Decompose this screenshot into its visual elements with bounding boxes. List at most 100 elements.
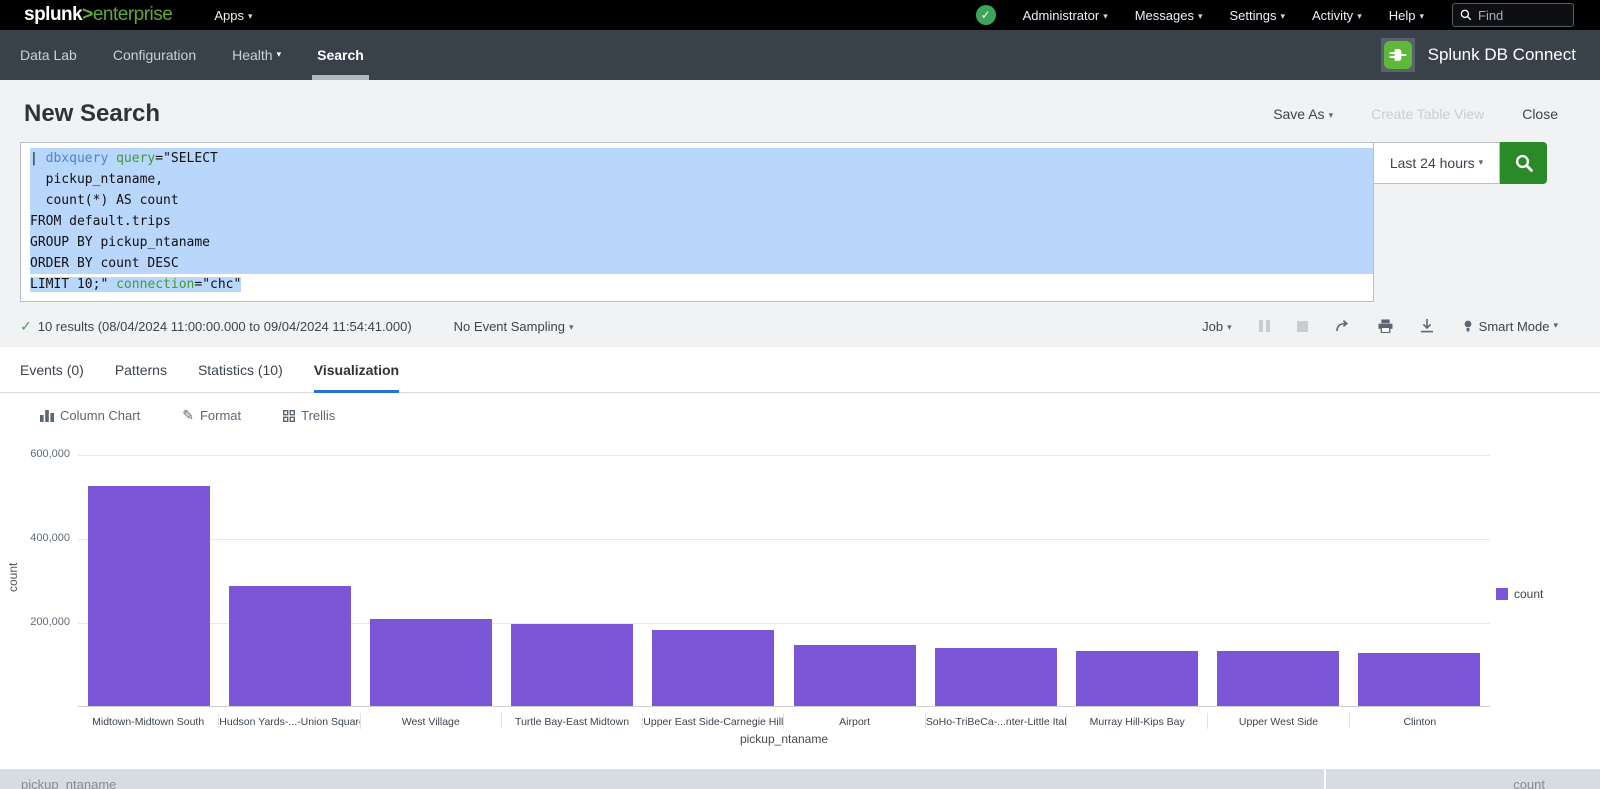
check-icon: ✓ bbox=[981, 8, 991, 22]
chevron-down-icon: ▾ bbox=[1227, 322, 1232, 332]
y-tick-label: 400,000 bbox=[0, 532, 70, 544]
appnav-item-search[interactable]: Search bbox=[317, 30, 364, 80]
pause-job-button[interactable] bbox=[1259, 320, 1270, 332]
search-mode-menu[interactable]: Smart Mode▾ bbox=[1464, 319, 1558, 334]
print-button[interactable] bbox=[1378, 319, 1393, 333]
job-done-check-icon: ✓ bbox=[20, 318, 32, 335]
run-search-button[interactable] bbox=[1500, 142, 1547, 184]
app-logo[interactable]: Splunk DB Connect bbox=[1381, 38, 1576, 72]
lightbulb-icon bbox=[1464, 320, 1472, 333]
tab-events-0[interactable]: Events (0) bbox=[20, 347, 84, 392]
query-line: ORDER BY count DESC bbox=[21, 253, 1373, 274]
time-range-label: Last 24 hours bbox=[1390, 155, 1475, 171]
results-bar: ✓ 10 results (08/04/2024 11:00:00.000 to… bbox=[20, 315, 1558, 337]
share-job-button[interactable] bbox=[1335, 319, 1351, 333]
results-summary: 10 results (08/04/2024 11:00:00.000 to 0… bbox=[38, 319, 412, 334]
splunk-enterprise-logo[interactable]: splunk>enterprise bbox=[24, 4, 172, 26]
page-title: New Search bbox=[24, 100, 160, 128]
search-bar-assembly: | dbxquery query="SELECT pickup_ntaname,… bbox=[20, 142, 1547, 302]
query-line: count(*) AS count bbox=[21, 190, 1373, 211]
chevron-down-icon: ▾ bbox=[1198, 11, 1203, 21]
tab-patterns[interactable]: Patterns bbox=[115, 347, 167, 392]
table-col-pickup-ntaname[interactable]: pickup_ntaname bbox=[21, 777, 116, 789]
column-chart: count Midtown-Midtown SouthHudson Yards-… bbox=[0, 434, 1600, 756]
selected-text: count(*) AS count bbox=[30, 190, 1373, 211]
bar-murray-hill-kips-bay[interactable] bbox=[1076, 651, 1198, 706]
search-query-input[interactable]: | dbxquery query="SELECT pickup_ntaname,… bbox=[20, 142, 1374, 302]
query-line: GROUP BY pickup_ntaname bbox=[21, 232, 1373, 253]
y-axis-title: count bbox=[6, 563, 20, 592]
x-tick-label: West Village bbox=[360, 713, 501, 729]
x-tick-label: Clinton bbox=[1349, 713, 1490, 729]
topnav-messages[interactable]: Messages▾ bbox=[1135, 8, 1203, 23]
bar-soho-tribeca-nter-little-italy[interactable] bbox=[935, 648, 1057, 706]
gridline bbox=[78, 455, 1490, 456]
topnav-administrator[interactable]: Administrator▾ bbox=[1023, 8, 1108, 23]
tab-statistics-10[interactable]: Statistics (10) bbox=[198, 347, 283, 392]
query-line: LIMIT 10;" connection="chc" bbox=[21, 274, 1373, 295]
plot-area bbox=[78, 455, 1490, 707]
x-tick-label: Airport bbox=[783, 713, 924, 729]
chevron-down-icon: ▾ bbox=[1280, 11, 1285, 21]
selected-text: GROUP BY pickup_ntaname bbox=[30, 232, 1373, 253]
appnav-item-health[interactable]: Health▾ bbox=[232, 30, 281, 80]
stop-job-button[interactable] bbox=[1297, 321, 1308, 332]
legend-label: count bbox=[1514, 587, 1543, 601]
find-placeholder: Find bbox=[1478, 8, 1503, 23]
topnav-settings[interactable]: Settings▾ bbox=[1230, 8, 1286, 23]
chevron-down-icon: ▾ bbox=[1329, 110, 1334, 120]
bar-upper-east-side-carnegie-hill[interactable] bbox=[652, 630, 774, 706]
bar-clinton[interactable] bbox=[1358, 653, 1480, 706]
time-range-picker[interactable]: Last 24 hours▾ bbox=[1373, 142, 1500, 184]
table-col-count[interactable]: count bbox=[1513, 777, 1545, 789]
bar-west-village[interactable] bbox=[370, 619, 492, 706]
bar-airport[interactable] bbox=[794, 645, 916, 706]
logo-gt: > bbox=[82, 4, 93, 25]
apps-label: Apps bbox=[214, 8, 244, 23]
chevron-down-icon: ▾ bbox=[1357, 11, 1362, 21]
trellis-icon bbox=[283, 410, 295, 422]
appnav-item-configuration[interactable]: Configuration bbox=[113, 30, 196, 80]
x-tick-label: SoHo-TriBeCa-...nter-Little Italy bbox=[925, 713, 1066, 729]
logo-splunk: splunk bbox=[24, 4, 82, 25]
create-table-view-button[interactable]: Create Table View bbox=[1371, 106, 1484, 122]
format-label: Format bbox=[200, 408, 241, 423]
selected-text: LIMIT 10;" connection="chc" bbox=[30, 277, 241, 292]
job-menu[interactable]: Job▾ bbox=[1202, 319, 1232, 334]
y-tick-label: 200,000 bbox=[0, 616, 70, 628]
x-axis-title: pickup_ntaname bbox=[78, 732, 1490, 746]
legend-item-count[interactable]: count bbox=[1496, 587, 1543, 601]
topnav-menus: Administrator▾ Messages▾ Settings▾ Activity… bbox=[996, 8, 1424, 23]
export-button[interactable] bbox=[1420, 319, 1434, 333]
search-icon bbox=[1460, 9, 1472, 21]
trellis-button[interactable]: Trellis bbox=[283, 408, 335, 423]
download-icon bbox=[1420, 319, 1434, 333]
bar-turtle-bay-east-midtown[interactable] bbox=[511, 624, 633, 706]
apps-menu[interactable]: Apps▾ bbox=[214, 8, 252, 23]
close-button[interactable]: Close bbox=[1522, 106, 1558, 122]
tab-visualization[interactable]: Visualization bbox=[314, 347, 399, 392]
topnav-help[interactable]: Help▾ bbox=[1389, 8, 1424, 23]
sampling-label: No Event Sampling bbox=[454, 319, 565, 334]
app-name: Splunk DB Connect bbox=[1428, 45, 1576, 65]
chevron-down-icon: ▾ bbox=[1103, 11, 1108, 21]
share-icon bbox=[1335, 319, 1351, 333]
appnav-item-data-lab[interactable]: Data Lab bbox=[20, 30, 77, 80]
legend-swatch bbox=[1496, 588, 1508, 600]
health-status-icon[interactable]: ✓ bbox=[976, 5, 996, 25]
chevron-down-icon: ▾ bbox=[1553, 320, 1558, 331]
find-search-input[interactable]: Find bbox=[1452, 3, 1574, 27]
format-button[interactable]: ✎ Format bbox=[182, 407, 241, 424]
bar-hudson-yards-union-square[interactable] bbox=[229, 586, 351, 706]
topnav-activity[interactable]: Activity▾ bbox=[1312, 8, 1362, 23]
save-as-button[interactable]: Save As▾ bbox=[1273, 106, 1333, 122]
pause-icon bbox=[1259, 320, 1270, 332]
bar-midtown-midtown-south[interactable] bbox=[88, 486, 210, 706]
chart-type-button[interactable]: Column Chart bbox=[40, 408, 140, 423]
event-sampling-menu[interactable]: No Event Sampling▾ bbox=[454, 319, 574, 334]
bar-upper-west-side[interactable] bbox=[1217, 651, 1339, 706]
search-header-section: New Search Save As▾ Create Table View Cl… bbox=[0, 80, 1600, 347]
query-line: FROM default.trips bbox=[21, 211, 1373, 232]
appnav-items: Data Lab Configuration Health▾ Search bbox=[0, 30, 364, 80]
x-tick-label: Turtle Bay-East Midtown bbox=[501, 713, 642, 729]
